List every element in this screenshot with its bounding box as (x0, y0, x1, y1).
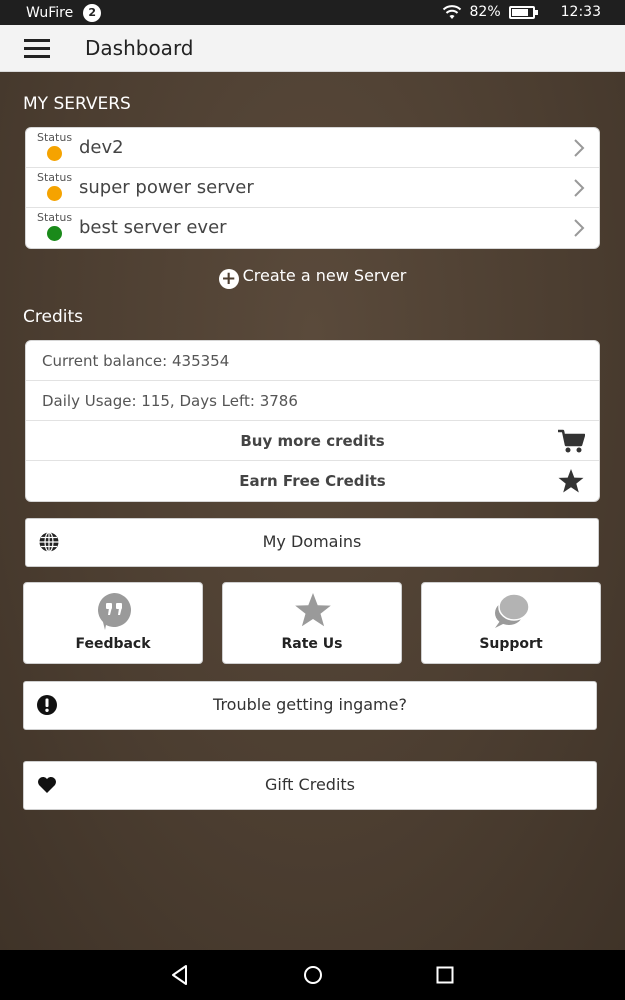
page-title: Dashboard (85, 36, 194, 60)
home-circle-icon[interactable] (301, 963, 325, 987)
server-status-label: Status (37, 211, 73, 224)
credits-heading: Credits (23, 307, 83, 327)
usage-row: Daily Usage: 115, Days Left: 3786 (26, 381, 599, 421)
server-name: dev2 (79, 137, 124, 158)
buy-credits-button[interactable]: Buy more credits (26, 421, 599, 461)
chat-bubbles-icon (495, 593, 530, 628)
server-status-dot (47, 146, 62, 161)
notification-badge: 2 (83, 4, 102, 22)
feedback-tile[interactable]: Feedback (23, 582, 203, 664)
my-domains-button[interactable]: My Domains (25, 518, 599, 567)
star-icon (558, 469, 584, 493)
plus-circle-icon: + (218, 269, 239, 289)
credits-card: Current balance: 435354 Daily Usage: 115… (25, 340, 600, 502)
server-status-dot (47, 186, 62, 201)
server-status-dot (47, 226, 62, 241)
gift-credits-label: Gift Credits (264, 775, 355, 794)
daily-usage: Daily Usage: 115, Days Left: 3786 (42, 392, 298, 410)
server-status-label: Status (37, 131, 73, 144)
chevron-right-icon (574, 179, 585, 197)
create-server-label: Create a new Server (242, 266, 407, 285)
server-row[interactable]: Status best server ever (26, 208, 599, 248)
buy-credits-label: Buy more credits (240, 432, 385, 450)
back-triangle-icon[interactable] (168, 963, 192, 987)
carrier-name: WuFire (26, 5, 74, 21)
clock: 12:33 (560, 4, 601, 20)
my-domains-label: My Domains (262, 532, 362, 551)
star-icon (295, 593, 331, 627)
balance-row: Current balance: 435354 (26, 341, 599, 381)
create-server-button[interactable]: + Create a new Server (0, 266, 625, 289)
earn-credits-button[interactable]: Earn Free Credits (26, 461, 599, 501)
gift-credits-button[interactable]: Gift Credits (23, 761, 597, 810)
server-row[interactable]: Status dev2 (26, 128, 599, 168)
hamburger-menu-icon[interactable] (24, 39, 50, 59)
quote-bubble-icon (98, 593, 131, 630)
battery-fill (511, 8, 528, 16)
trouble-ingame-button[interactable]: Trouble getting ingame? (23, 681, 597, 730)
recents-square-icon[interactable] (433, 963, 457, 987)
server-status-label: Status (37, 171, 73, 184)
trouble-ingame-label: Trouble getting ingame? (213, 695, 407, 714)
server-name: best server ever (79, 217, 227, 238)
servers-list: Status dev2 Status super power server St… (25, 127, 600, 249)
rate-us-label: Rate Us (281, 636, 343, 652)
status-bar: WuFire 2 82% 12:33 (0, 0, 625, 25)
dashboard-content: MY SERVERS Status dev2 Status super powe… (0, 72, 625, 950)
status-bar-left: WuFire 2 (26, 4, 102, 22)
chevron-right-icon (574, 219, 585, 237)
system-nav-bar (0, 950, 625, 1000)
battery-icon (508, 5, 538, 19)
feedback-label: Feedback (75, 636, 151, 652)
chevron-right-icon (574, 139, 585, 157)
support-tile[interactable]: Support (421, 582, 601, 664)
rate-us-tile[interactable]: Rate Us (222, 582, 402, 664)
server-name: super power server (79, 177, 254, 198)
status-bar-right: 82% 12:33 (442, 4, 601, 20)
support-label: Support (479, 636, 543, 652)
battery-percent: 82% (469, 4, 501, 20)
shopping-cart-icon (558, 429, 585, 453)
current-balance: Current balance: 435354 (42, 352, 230, 370)
servers-heading: MY SERVERS (23, 94, 131, 114)
earn-credits-label: Earn Free Credits (239, 472, 386, 490)
server-row[interactable]: Status super power server (26, 168, 599, 208)
app-bar: Dashboard (0, 25, 625, 72)
wifi-icon (442, 5, 461, 19)
